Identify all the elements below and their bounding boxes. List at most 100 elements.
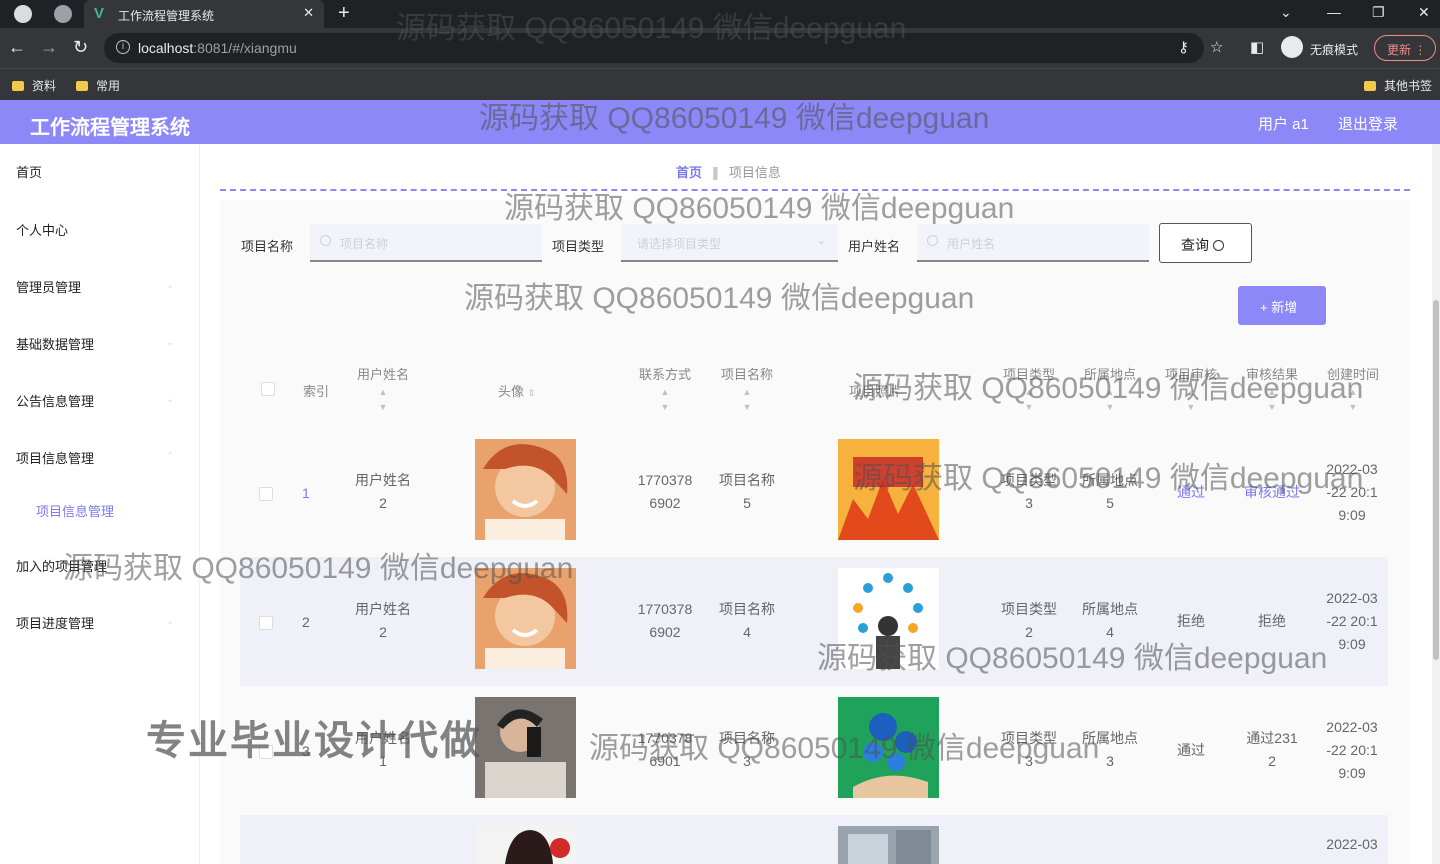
row-location: 所属地点 4 bbox=[1082, 601, 1138, 640]
update-button[interactable]: 更新 ⋮ bbox=[1374, 35, 1436, 61]
reload-icon[interactable]: ↻ bbox=[73, 37, 88, 58]
th-project-photo: 项目照片 bbox=[849, 384, 902, 399]
row-project-type: 项目类型 3 bbox=[1001, 730, 1057, 769]
sidebar-item-admin[interactable]: 管理员管理 bbox=[16, 277, 81, 296]
th-user-name[interactable]: 用户姓名 ▲ ▼ bbox=[355, 364, 411, 413]
sidebar-item-profile[interactable]: 个人中心 bbox=[16, 220, 68, 239]
url-text: localhost:8081/#/xiangmu bbox=[138, 40, 297, 56]
forward-arrow-icon[interactable]: → bbox=[40, 37, 58, 58]
sidebar-item-joined-projects[interactable]: 加入的项目管理 bbox=[16, 556, 107, 575]
project-type-placeholder: 请选择项目类型 bbox=[637, 237, 722, 251]
app-title: 工作流程管理系统 bbox=[30, 117, 190, 139]
th-result[interactable]: 审核结果 ▲ ▼ bbox=[1244, 364, 1300, 413]
site-info-icon[interactable]: i bbox=[116, 40, 130, 54]
new-tab-icon[interactable]: + bbox=[338, 2, 350, 25]
row-checkbox[interactable] bbox=[259, 616, 273, 630]
bookmark-star-icon[interactable]: ☆ bbox=[1210, 38, 1223, 56]
browser-tab-active[interactable]: V 工作流程管理系统 ✕ bbox=[84, 0, 324, 28]
sidebar-item-notices[interactable]: 公告信息管理 bbox=[16, 391, 94, 410]
bookmark-folder-1[interactable]: 资料 bbox=[12, 77, 56, 94]
logout-button[interactable]: 退出登录 bbox=[1338, 113, 1398, 134]
sort-icon: ▲ ▼ bbox=[1024, 387, 1034, 412]
scrollbar-thumb[interactable] bbox=[1433, 300, 1439, 660]
search-type-label: 项目类型 bbox=[552, 239, 605, 254]
sidebar-item-basic-data[interactable]: 基础数据管理 bbox=[16, 334, 94, 353]
row-phone: 1770378 6902 bbox=[637, 472, 693, 511]
th-created[interactable]: 创建时间 ▲ ▼ bbox=[1325, 364, 1381, 413]
th-avatar[interactable]: 头像 ⇕ bbox=[498, 381, 535, 400]
table-row[interactable]: 3 用户姓名 1 1770378 6901 项目名称 3 项目类型 3 所属地点 3 通过… bbox=[240, 686, 1388, 816]
bookmark-folder-2[interactable]: 常用 bbox=[76, 77, 120, 94]
th-phone[interactable]: 联系方式 ▲ ▼ bbox=[637, 364, 693, 413]
table-header: 索引 用户姓名 ▲ ▼ 头像 ⇕ 联系方式 ▲ ▼ 项目名称 ▲ ▼ 项目照片 项目类型 ▲ ▼… bbox=[240, 340, 1390, 432]
project-photo-image bbox=[838, 697, 939, 798]
select-all-checkbox[interactable] bbox=[261, 382, 275, 396]
folder-icon bbox=[76, 81, 88, 91]
window-close-icon[interactable]: ✕ bbox=[1418, 4, 1430, 21]
row-project-name: 项目名称 3 bbox=[719, 730, 775, 769]
sidebar-item-projects[interactable]: 项目信息管理 bbox=[16, 448, 94, 467]
chevron-down-icon: ⌄ bbox=[166, 337, 175, 348]
project-name-input[interactable]: 项目名称 bbox=[310, 224, 542, 262]
chevron-down-icon: ⌄ bbox=[166, 394, 175, 405]
avatar-image bbox=[475, 826, 576, 864]
bookmarks-bar: 资料 常用 其他书签 bbox=[0, 68, 1440, 100]
project-photo-image bbox=[838, 439, 939, 540]
browser-profile-icon[interactable] bbox=[54, 5, 72, 23]
back-arrow-icon[interactable]: ← bbox=[8, 37, 26, 58]
incognito-icon[interactable] bbox=[1281, 36, 1303, 58]
project-type-select[interactable]: 请选择项目类型 ⌄ bbox=[621, 224, 838, 262]
project-name-placeholder: 项目名称 bbox=[340, 237, 389, 251]
vue-logo-icon: V bbox=[94, 5, 105, 22]
table-row[interactable]: 2022-03 bbox=[240, 815, 1388, 864]
breadcrumb: 首页 ❚ 项目信息 bbox=[676, 162, 781, 181]
table-row[interactable]: 2 用户姓名 2 1770378 6902 项目名称 4 项目类型 2 所属地点 4 拒绝… bbox=[240, 557, 1388, 687]
th-project-type[interactable]: 项目类型 ▲ ▼ bbox=[1001, 364, 1057, 413]
tab-close-icon[interactable]: ✕ bbox=[303, 5, 314, 21]
row-user-name: 用户姓名 2 bbox=[355, 472, 411, 511]
row-review[interactable]: 通过 bbox=[1161, 481, 1221, 504]
row-index: 2 bbox=[302, 614, 310, 630]
row-result[interactable]: 审核通过 bbox=[1240, 481, 1304, 504]
row-checkbox[interactable] bbox=[259, 745, 273, 759]
th-project-name[interactable]: 项目名称 ▲ ▼ bbox=[719, 364, 775, 413]
sort-icon: ▲ ▼ bbox=[742, 387, 752, 412]
chevron-up-icon: ⌃ bbox=[166, 451, 175, 462]
other-bookmarks[interactable]: 其他书签 bbox=[1364, 77, 1432, 94]
breadcrumb-home[interactable]: 首页 bbox=[676, 165, 702, 180]
row-user-name: 用户姓名 1 bbox=[355, 730, 411, 769]
sort-icon: ▲ ▼ bbox=[1105, 387, 1115, 412]
tab-search-chevron-icon[interactable]: ⌄ bbox=[1280, 4, 1292, 21]
row-checkbox[interactable] bbox=[259, 487, 273, 501]
row-created: 2022-03 bbox=[1326, 836, 1378, 852]
th-review[interactable]: 项目审核 ▲ ▼ bbox=[1163, 364, 1219, 413]
row-location: 所属地点 3 bbox=[1082, 730, 1138, 769]
url-omnibox[interactable]: i localhost:8081/#/xiangmu bbox=[104, 33, 1204, 63]
row-phone: 1770378 6901 bbox=[637, 730, 693, 769]
chevron-down-icon: ⌄ bbox=[166, 616, 175, 627]
row-created: 2022-03 -22 20:1 9:09 bbox=[1326, 719, 1378, 781]
tab-title: 工作流程管理系统 bbox=[118, 9, 215, 23]
side-panel-icon[interactable]: ◧ bbox=[1250, 38, 1264, 56]
query-button[interactable]: 查询 bbox=[1159, 223, 1252, 263]
sort-icon: ⇕ bbox=[527, 388, 536, 398]
browser-menu-icon[interactable] bbox=[14, 5, 32, 23]
user-name-input[interactable]: 用户姓名 bbox=[917, 224, 1149, 262]
window-restore-icon[interactable]: ❐ bbox=[1372, 4, 1385, 21]
key-icon[interactable]: ⚷ bbox=[1178, 38, 1189, 56]
sidebar-item-progress[interactable]: 项目进度管理 bbox=[16, 613, 94, 632]
sidebar-subitem-projects[interactable]: 项目信息管理 bbox=[36, 501, 114, 520]
project-photo-image bbox=[838, 826, 939, 864]
breadcrumb-current: 项目信息 bbox=[728, 165, 781, 180]
add-button[interactable]: + 新增 bbox=[1238, 286, 1326, 325]
avatar-image bbox=[475, 568, 576, 669]
avatar-image bbox=[475, 439, 576, 540]
th-location[interactable]: 所属地点 ▲ ▼ bbox=[1082, 364, 1138, 413]
sort-icon: ▲ ▼ bbox=[1348, 387, 1358, 412]
search-name-label: 项目名称 bbox=[241, 239, 294, 254]
row-index: 3 bbox=[302, 743, 310, 759]
window-minimize-icon[interactable]: — bbox=[1327, 4, 1341, 20]
user-name-placeholder: 用户姓名 bbox=[947, 237, 996, 251]
sidebar-item-home[interactable]: 首页 bbox=[16, 162, 42, 181]
table-row[interactable]: 1 用户姓名 2 1770378 6902 项目名称 5 项目类型 3 所属地点 5 通过… bbox=[240, 428, 1388, 558]
